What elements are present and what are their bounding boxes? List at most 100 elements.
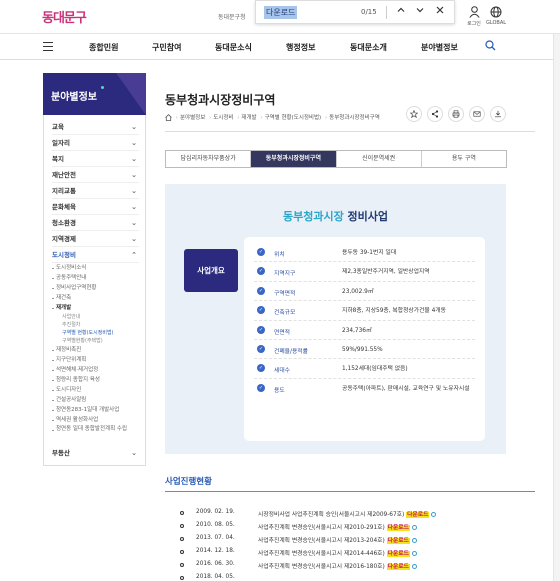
- sidebar-sub-item[interactable]: 청연동 일대 종합발전계획 수립: [52, 425, 139, 441]
- bullet-icon: [180, 537, 184, 541]
- breadcrumb-item[interactable]: 재개발: [241, 115, 256, 121]
- sidebar-sub-item[interactable]: 정비사업구역현황: [52, 283, 139, 293]
- sidebar-item-safety[interactable]: 재난안전 ⌄: [52, 167, 139, 183]
- find-next-button[interactable]: [413, 5, 427, 19]
- bullet-icon: [180, 511, 184, 515]
- find-previous-button[interactable]: [394, 5, 408, 19]
- nav-item-field[interactable]: 분야별정보: [421, 42, 458, 53]
- sidebar-item-traffic[interactable]: 지리교통 ⌄: [52, 183, 139, 199]
- download-icon[interactable]: [411, 564, 417, 569]
- download-icon[interactable]: [411, 551, 417, 556]
- star-icon: [409, 109, 419, 119]
- overview-key: 용도: [274, 387, 285, 394]
- nav-item-civil[interactable]: 종합민원: [89, 42, 118, 53]
- tab-yongdu[interactable]: 용두 구역: [421, 151, 506, 167]
- email-button[interactable]: [469, 106, 485, 122]
- chevron-down-icon: ⌄: [131, 187, 137, 195]
- sidebar-item-urban[interactable]: 도시정비 ⌃: [52, 247, 139, 263]
- nav-item-admin[interactable]: 행정정보: [286, 42, 315, 53]
- overview-value: 지하8층, 지상59층, 복합청상가건물 4개동: [342, 308, 446, 315]
- login-button[interactable]: 로그인: [462, 6, 486, 27]
- chevron-down-icon: ⌄: [131, 171, 137, 179]
- global-button[interactable]: GLOBAL: [484, 6, 508, 26]
- save-button[interactable]: [490, 106, 506, 122]
- print-button[interactable]: [448, 106, 464, 122]
- share-button[interactable]: [427, 106, 443, 122]
- sidebar-sub-item[interactable]: 재정비촉진: [52, 345, 139, 355]
- history-date: 2018. 04. 05.: [196, 574, 235, 580]
- sidebar-sub-item[interactable]: 청연동283-1일대 개발사업: [52, 405, 139, 415]
- search-button[interactable]: [485, 40, 496, 53]
- sidebar-item-realestate[interactable]: 부동산 ⌄: [52, 445, 139, 461]
- find-separator: [386, 6, 387, 19]
- favorite-button[interactable]: [406, 106, 422, 122]
- sidebar-subsub-item[interactable]: 추진절차: [52, 321, 139, 329]
- home-icon[interactable]: [165, 114, 174, 121]
- overview-value: 용두동 39-1번지 일대: [342, 250, 397, 256]
- breadcrumb-item[interactable]: 구역별 현황(도시정비법): [265, 115, 322, 121]
- nav-item-news[interactable]: 동대문소식: [215, 42, 252, 53]
- overview-card: ✓ 위치 용두동 39-1번지 일대 ✓ 지역지구 제2,3종일반주거지역, 일반상업지…: [244, 237, 485, 441]
- sidebar-item-economy[interactable]: 지역경제 ⌄: [52, 231, 139, 247]
- download-icon[interactable]: [411, 538, 417, 543]
- download-icon[interactable]: [431, 512, 437, 517]
- download-link[interactable]: 다운로드: [406, 512, 430, 518]
- site-logo[interactable]: 동대문구: [42, 7, 87, 26]
- download-link[interactable]: 다운로드: [386, 538, 410, 544]
- sidebar-sub-item[interactable]: 재건축: [52, 293, 139, 303]
- check-icon: ✓: [257, 306, 265, 315]
- sidebar-item-education[interactable]: 교육 ⌄: [52, 119, 139, 135]
- sidebar-sub-item[interactable]: 건설공사알림: [52, 395, 139, 405]
- sidebar-dot: [101, 86, 104, 89]
- tab-dapsimni[interactable]: 답십리자동차부품상가: [166, 151, 252, 167]
- overview-row: ✓ 건폐율/용적률 59%/991.55%: [254, 340, 475, 360]
- sidebar-sub-item[interactable]: 공동주택안내: [52, 273, 139, 283]
- download-link[interactable]: 다운로드: [386, 564, 410, 570]
- sidebar-sub-item[interactable]: 도시디자인: [52, 385, 139, 395]
- tab-sinimun[interactable]: 신이문역세권: [336, 151, 422, 167]
- sidebar-item-welfare[interactable]: 복지 ⌄: [52, 151, 139, 167]
- overview-row: ✓ 지역지구 제2,3종일반주거지역, 일반상업지역: [254, 262, 475, 282]
- overview-row: ✓ 세대수 1,152세대(임대주택 없음): [254, 359, 475, 379]
- sidebar-sub-item[interactable]: 석면해체·제거업정: [52, 365, 139, 375]
- scrollbar[interactable]: [553, 34, 560, 581]
- sidebar-item-jobs[interactable]: 일자리 ⌄: [52, 135, 139, 151]
- history-text: 시장정비사업 사업추진계획 승인(서울시고시 제2009-67호): [258, 512, 405, 518]
- breadcrumb-item[interactable]: 분야별정보: [180, 115, 205, 121]
- find-close-button[interactable]: [433, 5, 447, 19]
- download-link[interactable]: 다운로드: [386, 551, 410, 557]
- sidebar-sub-item-active[interactable]: 재개발: [52, 303, 139, 313]
- tab-dongbu-active[interactable]: 동부청과시장정비구역: [251, 151, 337, 167]
- overview-badge: 사업개요: [184, 249, 238, 292]
- download-icon[interactable]: [411, 525, 417, 530]
- nav-item-about[interactable]: 동대문소개: [350, 42, 387, 53]
- sidebar-sub-item[interactable]: 지구단위계획: [52, 355, 139, 365]
- download-link[interactable]: 다운로드: [386, 525, 410, 531]
- overview-key: 지역지구: [274, 271, 296, 278]
- sidebar-sub-item[interactable]: 청량리 종합지 육성: [52, 375, 139, 385]
- breadcrumb-item[interactable]: 도시정비: [213, 115, 233, 121]
- history-row: 2013. 07. 04. 사업추진계획 변경승인(서울시고시 제2013-204…: [180, 534, 520, 547]
- chevron-up-icon: ⌃: [131, 251, 137, 259]
- overview-row: ✓ 구역면적 23,002.9㎡: [254, 282, 475, 302]
- breadcrumb-item-current: 동부청과시장정비구역: [329, 115, 380, 121]
- bullet-icon: [180, 550, 184, 554]
- find-query-input[interactable]: 다운로드: [264, 6, 298, 19]
- sidebar-sub-item[interactable]: 역세권 활성화사업: [52, 415, 139, 425]
- search-icon: [485, 40, 496, 51]
- sidebar-subsub-item[interactable]: 구역별현황(주택법): [52, 337, 139, 345]
- sidebar-item-label: 지리교통: [52, 187, 76, 195]
- sidebar-sub-item[interactable]: 도시정비소식: [52, 263, 139, 273]
- sidebar-item-label: 부동산: [52, 449, 70, 457]
- sidebar-item-culture[interactable]: 문화체육 ⌄: [52, 199, 139, 215]
- overview-value: 공동주택(아파트), 판매시설, 교육연구 및 노유자시설: [342, 385, 470, 392]
- menu-icon[interactable]: [43, 42, 53, 54]
- sidebar-subsub-item[interactable]: 사업안내: [52, 313, 139, 321]
- sidebar-subsub-item-active[interactable]: 구역별 현황(도시정비법): [52, 329, 139, 337]
- nav-item-participation[interactable]: 구민참여: [152, 42, 181, 53]
- chevron-down-icon: ⌄: [131, 203, 137, 211]
- sidebar-item-label: 일자리: [52, 139, 70, 147]
- download-icon: [495, 110, 501, 118]
- overview-key: 위치: [274, 252, 285, 258]
- sidebar-item-environment[interactable]: 청소환경 ⌄: [52, 215, 139, 231]
